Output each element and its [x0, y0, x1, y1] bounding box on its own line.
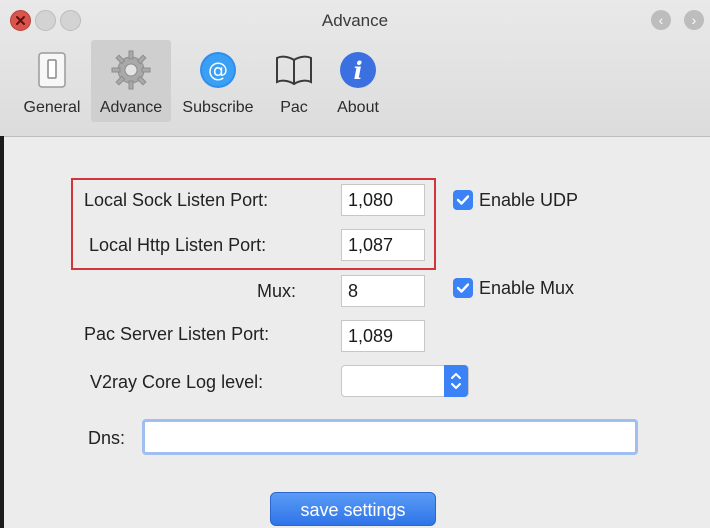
gear-icon: [111, 50, 151, 90]
enable-udp-label: Enable UDP: [479, 190, 579, 210]
chevron-right-icon: ›: [691, 12, 697, 28]
sock-port-label: Local Sock Listen Port:: [84, 190, 269, 210]
log-level-label: V2ray Core Log level:: [90, 372, 264, 392]
log-level-select[interactable]: [341, 365, 469, 397]
svg-text:i: i: [353, 56, 362, 85]
pac-port-input[interactable]: 1,089: [341, 320, 425, 352]
forward-button[interactable]: ›: [684, 10, 704, 30]
mux-input[interactable]: 8: [341, 275, 425, 307]
switch-icon: [38, 52, 66, 88]
dns-label: Dns:: [88, 428, 126, 448]
tab-general-label: General: [23, 99, 81, 116]
checkmark-icon: [456, 283, 470, 293]
tab-pac-label: Pac: [280, 99, 308, 116]
checkmark-icon: [456, 195, 470, 205]
svg-text:@: @: [208, 58, 228, 82]
window-edge: [0, 136, 4, 528]
at-sign-icon: @: [200, 52, 236, 88]
tab-subscribe[interactable]: @ Subscribe: [174, 40, 262, 122]
dns-input[interactable]: [142, 419, 638, 455]
enable-mux-checkbox[interactable]: [453, 278, 473, 298]
mux-label: Mux:: [256, 281, 296, 301]
tab-advance[interactable]: Advance: [91, 40, 171, 122]
http-port-label: Local Http Listen Port:: [89, 235, 267, 255]
tab-pac[interactable]: Pac: [264, 40, 324, 122]
select-stepper[interactable]: [444, 365, 468, 397]
enable-mux-label: Enable Mux: [479, 278, 575, 298]
window-title: Advance: [321, 11, 389, 30]
pac-port-label: Pac Server Listen Port:: [84, 324, 270, 344]
tab-advance-label: Advance: [99, 99, 163, 116]
tab-about-label: About: [337, 99, 379, 116]
toolbar: Advance ‹ › General Advance @ Subscribe …: [0, 0, 710, 137]
preferences-window: Advance ‹ › General Advance @ Subscribe …: [0, 0, 710, 528]
book-icon: [276, 55, 312, 86]
save-settings-button[interactable]: save settings: [270, 492, 436, 526]
tab-general[interactable]: General: [14, 40, 90, 122]
tab-subscribe-label: Subscribe: [182, 99, 254, 116]
chevron-up-down-icon: [451, 373, 461, 389]
info-icon: i: [340, 52, 376, 88]
http-port-input[interactable]: 1,087: [341, 229, 425, 261]
sock-port-input[interactable]: 1,080: [341, 184, 425, 216]
back-button[interactable]: ‹: [651, 10, 671, 30]
tab-about[interactable]: i About: [326, 40, 390, 122]
enable-udp-checkbox[interactable]: [453, 190, 473, 210]
chevron-left-icon: ‹: [658, 12, 664, 28]
